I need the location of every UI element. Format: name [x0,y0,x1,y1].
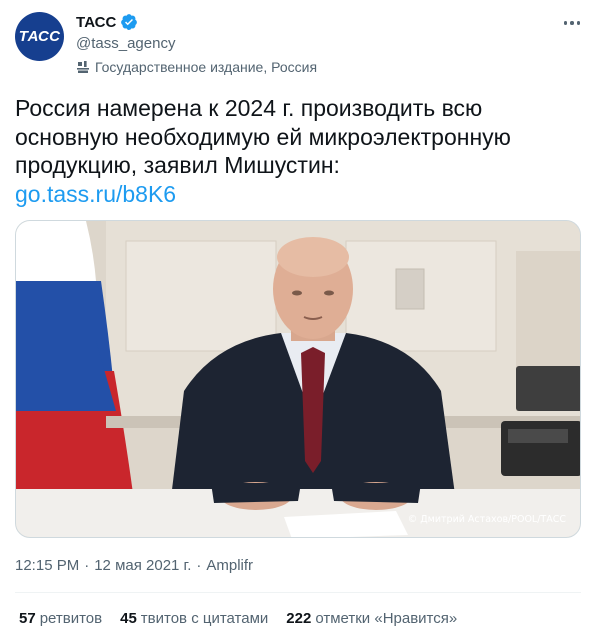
engagement-stats: 57 ретвитов 45 твитов с цитатами 222 отметк… [19,610,457,627]
meta-separator: · [196,557,202,574]
tweet-text-line: продукцию, заявил Мишустин: [15,152,340,178]
state-media-label-text: Государственное издание, Россия [95,59,318,75]
tweet: ТАСС ТАСС @tass_agency Государственное и… [0,0,596,642]
verified-badge-icon [120,13,138,31]
tweet-text-line: основную необходимую ей микроэлектронную [15,123,511,150]
state-media-label[interactable]: Государственное издание, Россия [76,59,317,75]
tweet-link[interactable]: go.tass.ru/b8K6 [15,180,575,209]
avatar[interactable]: ТАСС [15,12,64,61]
tweet-text: Россия намерена к 2024 г. производить вс… [15,94,575,208]
photo-scene [16,221,580,537]
likes-label: отметки «Нравится» [315,610,458,627]
quote-tweets-count: 45 [120,610,137,627]
likes-stat[interactable]: 222 отметки «Нравится» [286,610,457,627]
quote-tweets-stat[interactable]: 45 твитов с цитатами [120,610,268,627]
avatar-text: ТАСС [18,28,61,45]
tweet-meta: 12:15 PM · 12 мая 2021 г. · Amplifr [15,557,253,574]
tweet-time[interactable]: 12:15 PM [15,557,79,574]
tweet-photo[interactable]: © Дмитрий Астахов/POOL/ТАСС [15,220,581,538]
tweet-date[interactable]: 12 мая 2021 г. [94,557,191,574]
more-options-icon[interactable] [561,12,583,34]
quote-tweets-label: твитов с цитатами [140,610,269,627]
meta-separator: · [84,557,90,574]
retweets-stat[interactable]: 57 ретвитов [19,610,102,627]
tweet-source[interactable]: Amplifr [206,557,253,574]
handle[interactable]: @tass_agency [76,35,175,52]
retweets-count: 57 [19,610,36,627]
state-media-icon [76,60,90,74]
photo-credit: © Дмитрий Астахов/POOL/ТАСС [407,514,566,525]
author-name-row[interactable]: ТАСС [76,13,138,31]
divider [15,592,581,593]
likes-count: 222 [286,610,312,627]
display-name[interactable]: ТАСС [76,14,116,31]
retweets-label: ретвитов [39,610,103,627]
tweet-text-line: Россия намерена к 2024 г. производить вс… [15,95,483,121]
